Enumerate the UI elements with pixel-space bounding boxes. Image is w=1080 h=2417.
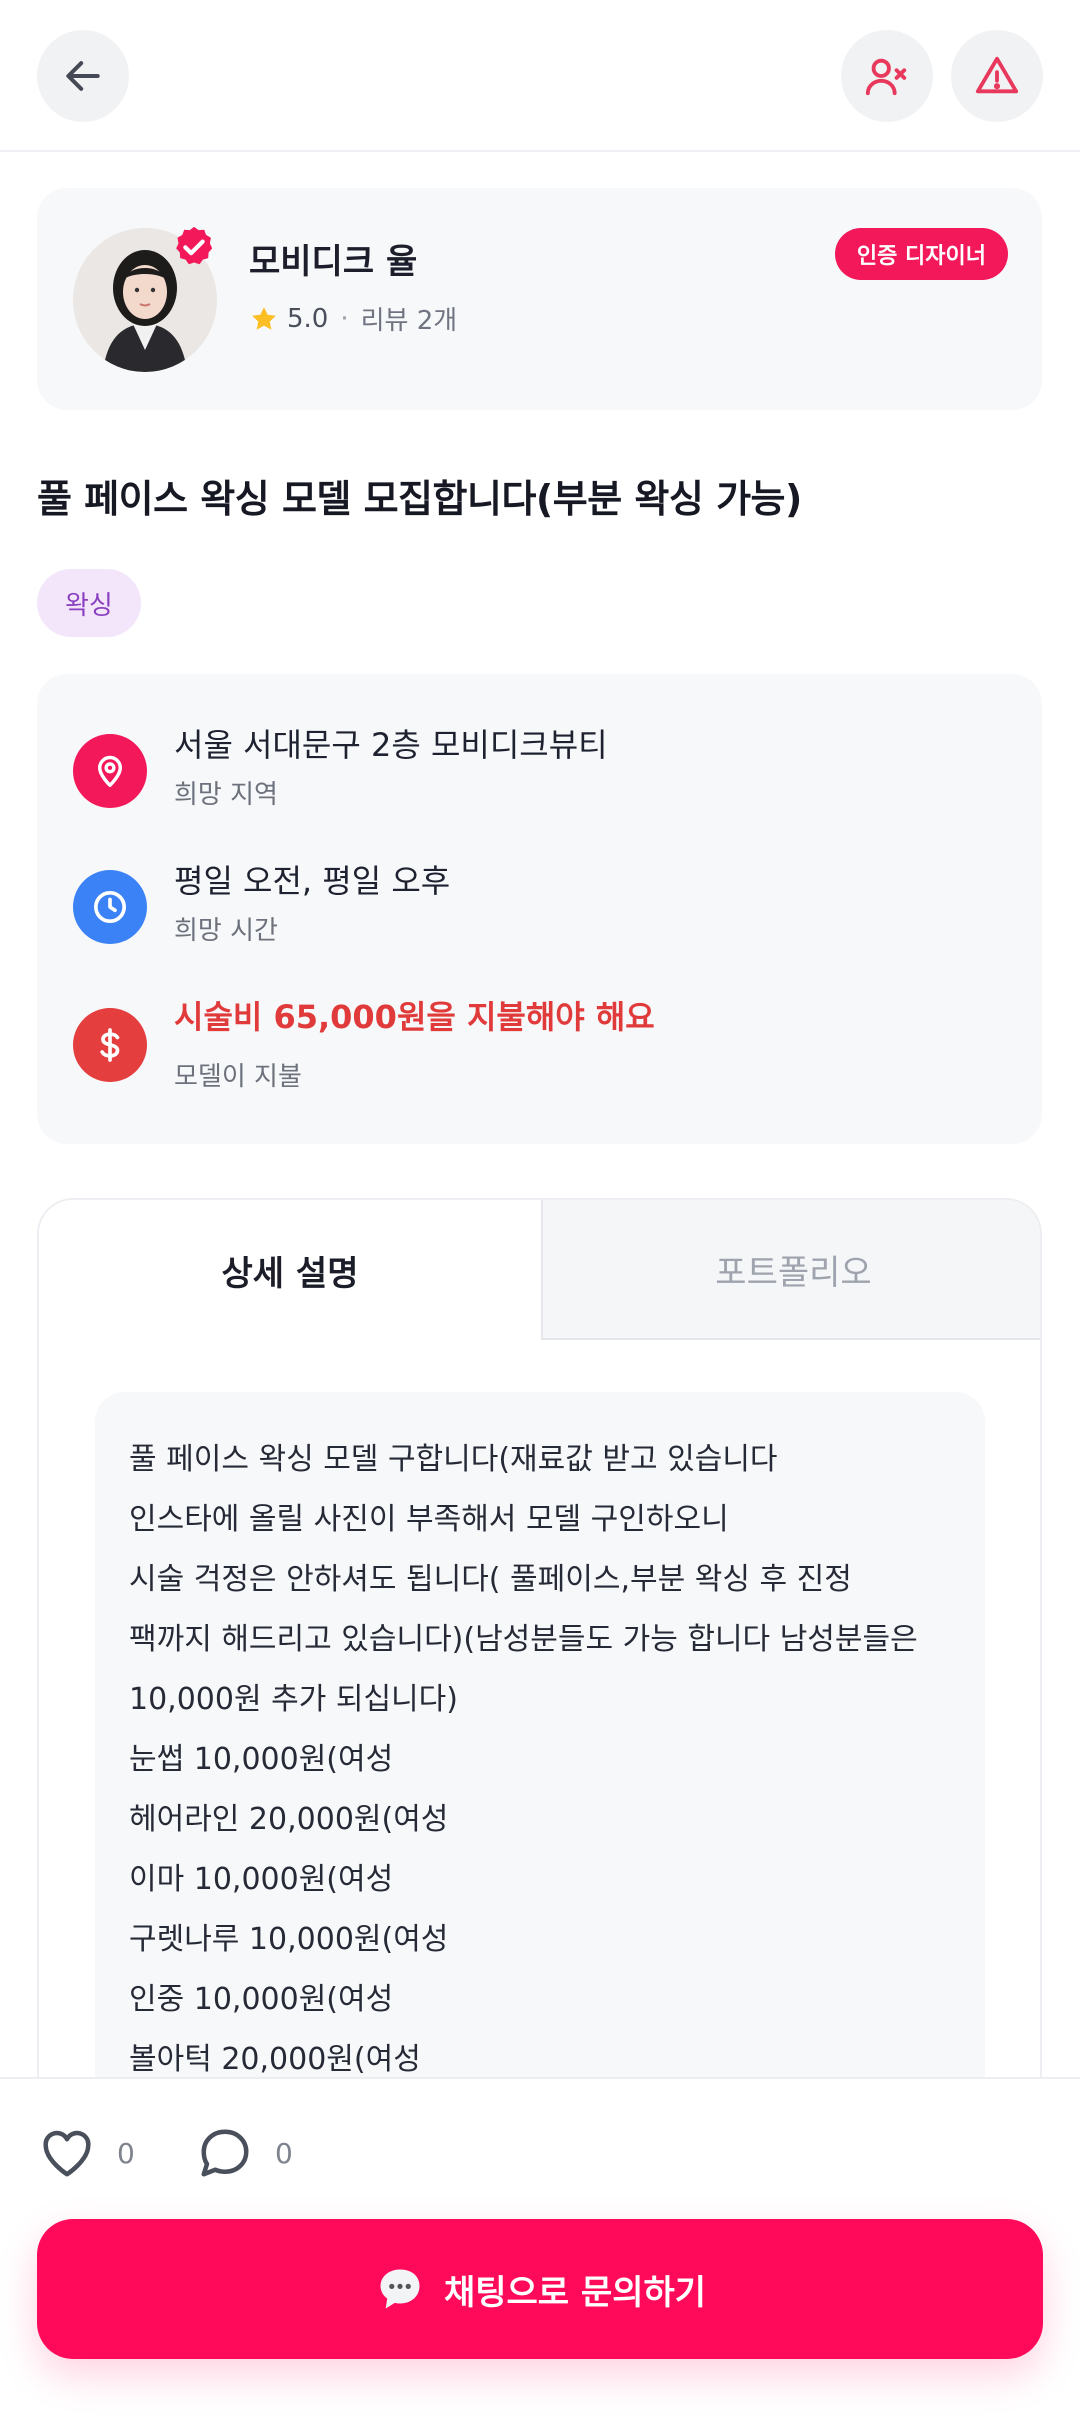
like-button[interactable]: 0 [37,2123,135,2183]
verified-check-icon [171,224,217,270]
chat-inquiry-button[interactable]: 채팅으로 문의하기 [37,2219,1043,2359]
description-line: 풀 페이스 왁싱 모델 구합니다(재료값 받고 있습니다 [129,1442,778,1477]
tab-description[interactable]: 상세 설명 [39,1200,541,1340]
location-text: 서울 서대문구 2층 모비디크뷰티 [174,726,608,764]
separator: · [340,303,349,334]
arrow-left-icon [66,61,100,91]
designer-profile-card[interactable]: 모비디크 율 5.0 · 리뷰 2개 인증 디자이너 [37,188,1042,410]
like-count: 0 [117,2136,135,2170]
description-line: 헤어라인 20,000원(여성 [129,1802,449,1837]
info-card: 서울 서대문구 2층 모비디크뷰티 희망 지역 평일 오전, 평일 오후 희망 … [37,674,1042,1144]
rating-value: 5.0 [287,303,329,334]
chat-inquiry-label: 채팅으로 문의하기 [443,2272,707,2313]
user-block-icon [865,58,907,96]
comment-bubble-icon [201,2129,249,2177]
bottom-action-bar: 0 0 채팅으로 문의하기 [0,2077,1080,2417]
warning-triangle-icon [975,56,1019,94]
review-count[interactable]: 리뷰 2개 [361,300,458,337]
designer-name: 모비디크 율 [249,242,418,282]
rating-row: 5.0 · 리뷰 2개 [249,300,457,337]
star-icon [252,306,276,330]
speech-bubble-icon [380,2269,420,2309]
dollar-icon [73,1008,147,1082]
block-user-button[interactable] [841,30,933,122]
location-pin-icon [73,734,147,808]
description-line: 시술 걱정은 안하셔도 됩니다( 풀페이스,부분 왁싱 후 진정 [129,1562,852,1597]
description-line: 눈썹 10,000원(여성 [129,1742,394,1777]
description-line: 10,000원 추가 되십니다) [129,1682,458,1717]
location-label: 희망 지역 [174,780,278,810]
description-line: 인스타에 올릴 사진이 부족해서 모델 구인하오니 [129,1502,729,1537]
description-line: 이마 10,000원(여성 [129,1862,394,1897]
description-line: 인중 10,000원(여성 [129,1982,394,2017]
tab-portfolio[interactable]: 포트폴리오 [541,1200,1040,1340]
time-text: 평일 오전, 평일 오후 [174,862,451,900]
time-label: 희망 시간 [174,916,278,946]
comment-button[interactable]: 0 [195,2123,293,2183]
report-button[interactable] [951,30,1043,122]
clock-icon [73,870,147,944]
top-bar [0,0,1080,152]
comment-count: 0 [275,2136,293,2170]
description-line: 구렛나루 10,000원(여성 [129,1922,449,1957]
description-line: 팩까지 해드리고 있습니다)(남성분들도 가능 합니다 남성분들은 [129,1622,918,1657]
price-text: 시술비 65,000원을 지불해야 해요 [174,998,655,1036]
category-chip: 왁싱 [37,569,141,637]
heart-icon [43,2130,91,2177]
certified-designer-badge: 인증 디자이너 [834,228,1008,280]
post-title: 풀 페이스 왁싱 모델 모집합니다(부분 왁싱 가능) [37,477,802,521]
price-label: 모델이 지불 [174,1062,302,1092]
back-button[interactable] [37,30,129,122]
